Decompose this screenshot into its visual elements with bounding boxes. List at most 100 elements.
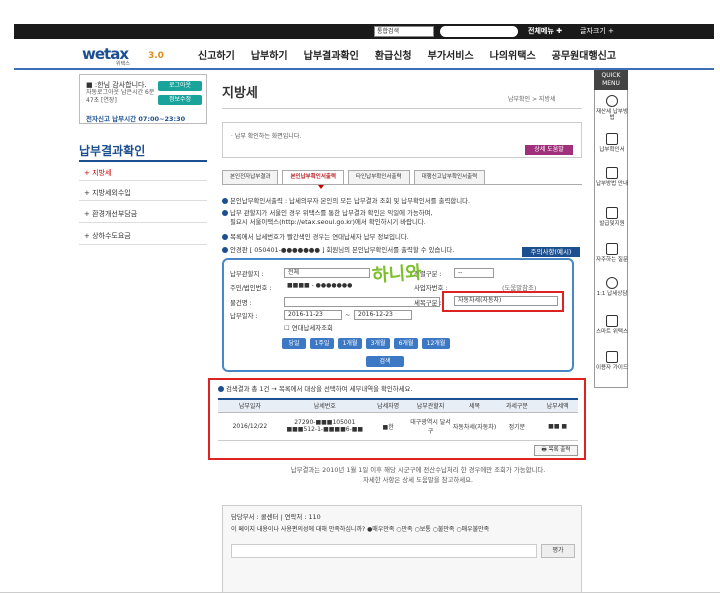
table-row[interactable]: 2016/12/22 27290-■■■105001 ■■■512-1-■■■■… — [218, 412, 578, 441]
tab-other-certificate[interactable]: 타인납부확인서출력 — [348, 170, 410, 184]
period-6m-button[interactable]: 6개월 — [394, 338, 418, 349]
search-scope-select[interactable]: 통합검색 — [374, 26, 434, 37]
id-label: 주민/법인번호 : — [230, 284, 272, 292]
cell-no[interactable]: 27290-■■■105001 ■■■512-1-■■■■6-■■ — [281, 412, 368, 441]
print-label: 목록 출력 — [548, 447, 571, 453]
region-select[interactable]: 전체 — [284, 268, 370, 278]
phone-icon — [606, 315, 618, 327]
certificate-icon — [606, 207, 618, 219]
tab-agent-certificate[interactable]: 대행신고납부확인서출력 — [413, 170, 486, 184]
session-remaining: 자동로그아웃 남은시간 6분 47초 [연장] — [86, 89, 155, 104]
tab-my-certificate[interactable]: 본인납부확인서출력 — [282, 170, 345, 184]
quick-item-3[interactable]: 납부방법 안내 — [595, 167, 629, 187]
quick-item-5[interactable]: 자주하는 질문 — [595, 243, 629, 263]
period-3m-button[interactable]: 3개월 — [366, 338, 390, 349]
title-divider — [222, 108, 582, 109]
tab-my-result[interactable]: 본인전자납부결과 — [222, 170, 279, 184]
date-to-input[interactable]: 2016-12-23 — [354, 310, 412, 320]
nav-item-my[interactable]: 나의위택스 — [482, 47, 544, 63]
quick-menu-header: QUICK MENU — [594, 70, 628, 90]
tab-bar: 본인전자납부결과 본인납부확인서출력 타인납부확인서출력 대행신고납부확인서출력 — [222, 170, 486, 184]
guide-icon — [606, 351, 618, 363]
quick-item-8[interactable]: 이용자 가이드 — [595, 351, 629, 371]
period-week-button[interactable]: 1주일 — [310, 338, 334, 349]
wetax-logo[interactable]: wetax 위택스 3.0 — [82, 45, 192, 67]
watermark-stamp: 하니와 — [371, 262, 423, 287]
cell-date: 2016/12/22 — [218, 412, 282, 441]
quick-item-2[interactable]: 납부확인서 — [595, 133, 629, 153]
survey-comment-input[interactable] — [231, 544, 537, 558]
sidebar-item-non-tax[interactable]: + 지방세외수입 — [84, 188, 131, 198]
notice-text: · 납부 확인하는 화면입니다. — [231, 133, 302, 140]
chat-icon — [606, 277, 618, 289]
sidebar-item-label: 지방세외수입 — [92, 189, 131, 197]
col-region: 납부관할지 — [408, 398, 453, 413]
col-no: 납세번호 — [281, 398, 368, 413]
item-label: 물건명 : — [230, 299, 252, 307]
survey-submit-button[interactable]: 평가 — [541, 544, 575, 558]
survey-dept: 담당부서 : 콜센터 | 연락처 : 110 — [231, 513, 321, 521]
col-date: 납부일자 — [218, 398, 282, 413]
font-size-button[interactable]: 글자크기 + — [580, 26, 614, 37]
print-list-button[interactable]: 🖶 목록 출력 — [534, 445, 578, 456]
period-12m-button[interactable]: 12개월 — [422, 338, 450, 349]
sidebar-item-env[interactable]: + 환경개선부담금 — [84, 209, 137, 219]
quick-menu: 재산세 납부방법 납부확인서 납부방법 안내 발급및지원 자주하는 질문 1:1… — [594, 70, 628, 388]
nav-item-pay[interactable]: 납부하기 — [243, 47, 296, 63]
all-menu-button[interactable]: 전체메뉴 ✚ — [528, 26, 562, 37]
help-button[interactable]: 상세 도움말 — [525, 145, 573, 155]
nav-item-official[interactable]: 공무원대행신고 — [544, 47, 624, 63]
nav-item-extra[interactable]: 부가서비스 — [420, 47, 482, 63]
global-nav: 신고하기 납부하기 납부결과확인 환급신청 부가서비스 나의위택스 공무원대행신… — [190, 47, 624, 63]
document-icon — [606, 167, 618, 179]
notice-box: · 납부 확인하는 화면입니다. 상세 도움말 — [222, 122, 582, 158]
nav-item-result[interactable]: 납부결과확인 — [296, 47, 367, 63]
top-search-input[interactable] — [440, 26, 518, 37]
nav-item-report[interactable]: 신고하기 — [190, 47, 243, 63]
col-kind: 과세구분 — [496, 398, 538, 413]
nav-item-refund[interactable]: 환급신청 — [367, 47, 420, 63]
logout-button[interactable]: 로그아웃 — [158, 81, 202, 91]
cell-amount: ■■ ■ — [537, 412, 578, 441]
footnote-line-1: 납부결과는 2010년 1월 1일 이후 해당 시군구에 전산수납처리 한 경우… — [290, 466, 546, 474]
info-line-4: 목록에서 납세번호가 빨간색인 경우는 연대납세자 납부 정보입니다. — [222, 233, 582, 242]
survey-box: 담당부서 : 콜센터 | 연락처 : 110 이 페이지 내용이나 사용편의성에… — [222, 505, 582, 593]
quick-item-7[interactable]: 스마트 위택스 — [595, 315, 629, 335]
sidebar-sep — [79, 200, 207, 201]
edit-info-button[interactable]: 정보수정 — [158, 95, 202, 105]
sidebar-divider — [79, 160, 207, 162]
survey-question[interactable]: 이 페이지 내용이나 사용편의성에 대해 만족하십니까? ●매우만족 ○만족 ○… — [231, 524, 489, 533]
logo-version: 3.0 — [148, 51, 164, 61]
sidebar-item-water[interactable]: + 상하수도요금 — [84, 231, 131, 241]
result-table: 납부일자 납세번호 납세자명 납부관할지 세목 과세구분 납부세액 2016/1… — [218, 398, 578, 441]
joint-checkbox[interactable]: ☐ 연대납세자조회 — [284, 323, 333, 332]
info-line-1: 본인납부확인서출력 : 납세의무자 본인의 모든 납부결과 조회 및 납부확인서… — [222, 197, 582, 206]
quick-item-6[interactable]: 1:1 납세상담 — [595, 277, 629, 297]
sidebar-title: 납부결과확인 — [79, 144, 146, 158]
sort-select[interactable]: -- — [454, 268, 494, 278]
play-icon — [606, 95, 618, 107]
print-icon — [606, 133, 618, 145]
sidebar-item-local-tax[interactable]: + 지방세 — [84, 168, 111, 178]
breadcrumb: 납부확인 > 지방세 — [508, 96, 556, 103]
date-label: 납부일자 : — [230, 312, 258, 320]
cell-kind: 정기분 — [496, 412, 538, 441]
col-name: 납세자명 — [367, 398, 409, 413]
cell-tax: 자동차세(자동차) — [452, 412, 497, 441]
info-line-2: 납부 관할지가 서울인 경우 위택스를 통한 납부결과 확인은 익일에 가능하며… — [222, 209, 582, 218]
book-icon — [606, 243, 618, 255]
quick-item-1[interactable]: 재산세 납부방법 — [595, 95, 629, 121]
sidebar-item-label: 상하수도요금 — [92, 232, 131, 240]
caution-button[interactable]: 주의사항(예시) — [522, 247, 580, 257]
search-button[interactable]: 검색 — [366, 356, 404, 367]
footnote: 납부결과는 2010년 1월 1일 이후 해당 시군구에 전산수납처리 한 경우… — [258, 465, 578, 485]
period-today-button[interactable]: 당일 — [282, 338, 306, 349]
quick-item-4[interactable]: 발급및지원 — [595, 207, 629, 227]
id-field: ■■■■ - ●●●●●●● — [284, 282, 370, 292]
sidebar-sep — [79, 180, 207, 181]
date-from-input[interactable]: 2016-11-23 — [284, 310, 342, 320]
page-title: 지방세 — [222, 86, 258, 101]
period-1m-button[interactable]: 1개월 — [338, 338, 362, 349]
cell-name: ■한 — [367, 412, 409, 441]
col-tax: 세목 — [452, 398, 497, 413]
